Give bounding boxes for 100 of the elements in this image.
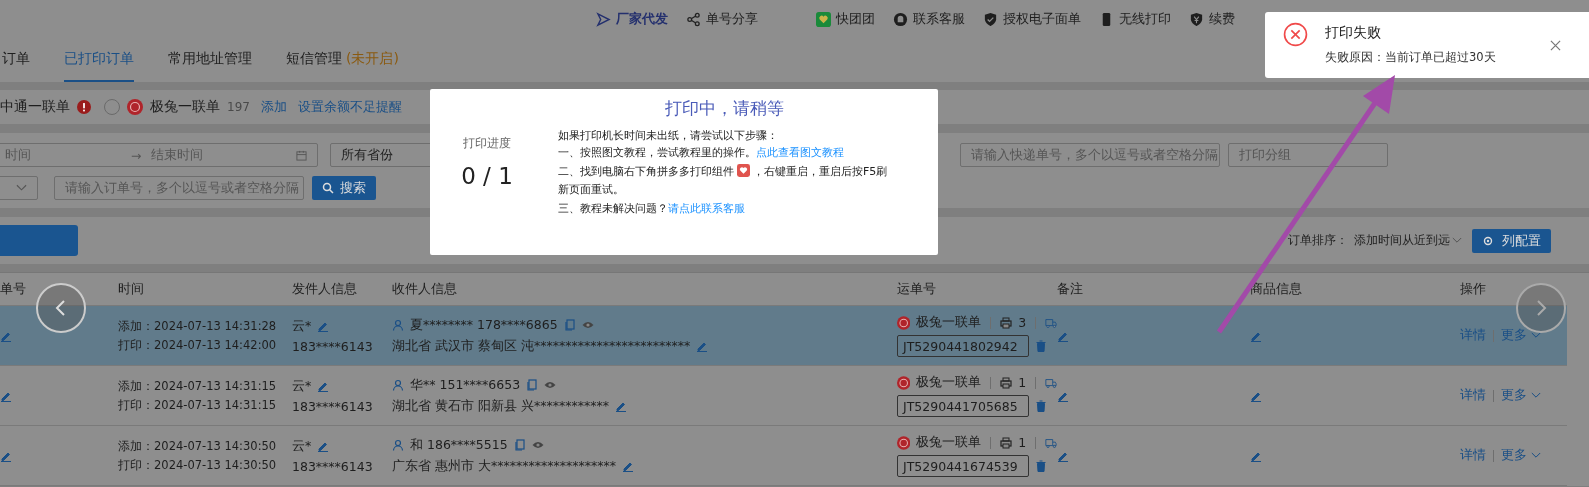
top-bar-link[interactable]: 联系客服	[893, 10, 965, 28]
column-header: 单号	[0, 280, 27, 298]
bell-icon	[893, 11, 908, 27]
copy-icon[interactable]	[526, 379, 539, 391]
account-count: 197	[227, 100, 250, 114]
top-bar-link[interactable]: 续费	[1189, 10, 1235, 28]
eye-icon[interactable]	[531, 439, 544, 451]
paper-plane-icon	[596, 11, 611, 27]
waybill-field[interactable]: JT5290441674539	[897, 455, 1029, 477]
details-link[interactable]: 详情	[1460, 447, 1486, 464]
recipient-info: 和 186****5515	[410, 436, 508, 454]
eye-icon[interactable]	[544, 379, 557, 391]
error-icon	[1283, 22, 1308, 47]
edit-icon[interactable]	[621, 460, 634, 472]
copy-icon[interactable]	[513, 439, 526, 451]
truck-icon[interactable]	[1045, 316, 1057, 329]
tab[interactable]: 短信管理 (未开启)	[286, 38, 399, 82]
column-config-button[interactable]: 列配置	[1472, 228, 1551, 253]
copy-icon[interactable]	[563, 319, 576, 331]
tab[interactable]: 常用地址管理	[168, 38, 252, 82]
details-link[interactable]: 详情	[1460, 327, 1486, 344]
account-link[interactable]: 添加	[260, 98, 287, 116]
gear-icon	[1482, 234, 1494, 247]
dialog-text: 如果打印机长时间未出纸，请尝试以下步骤：	[558, 128, 779, 143]
search-icon	[322, 182, 334, 194]
sender-name: 云*	[292, 437, 312, 455]
account-name: 极兔一联单	[150, 98, 220, 116]
person-icon	[392, 439, 404, 451]
carrier-name: 极兔一联单	[916, 374, 982, 391]
waybill-field[interactable]: JT5290441705685	[897, 395, 1029, 417]
tab[interactable]: 已打印订单	[64, 38, 134, 82]
column-header: 发件人信息	[292, 280, 358, 298]
edit-icon[interactable]	[317, 440, 330, 452]
table-row[interactable]: 添加：2024-07-13 14:31:15 打印：2024-07-13 14:31:15 云* 183****6143 华** 151****6653 湖北省 黄石市 阳新县 兴************ 极兔一联单 1 JT5290441705685 详情 更多	[0, 366, 1567, 426]
top-bar-link[interactable]: 厂家代发	[596, 10, 668, 28]
edit-icon[interactable]	[696, 340, 709, 352]
truck-icon[interactable]	[1045, 376, 1057, 389]
top-bar-link[interactable]: 授权电子面单	[983, 10, 1081, 28]
column-header: 收件人信息	[392, 280, 458, 298]
app-icon	[737, 163, 750, 177]
trash-icon[interactable]	[1035, 340, 1047, 352]
sender-phone: 183****6143	[292, 458, 374, 474]
trash-icon[interactable]	[1035, 400, 1047, 412]
dialog-text: 三、教程未解决问题？	[558, 201, 668, 215]
top-bar-link[interactable]: 无线打印	[1099, 10, 1171, 28]
person-icon	[392, 379, 404, 391]
chevron-down-icon	[1531, 392, 1541, 399]
carrier-logo-icon	[897, 434, 911, 451]
details-link[interactable]: 详情	[1460, 387, 1486, 404]
dialog-title: 打印中，请稍等	[663, 97, 785, 120]
account-link[interactable]: 设置余额不足提醒	[297, 98, 402, 116]
waybill-field[interactable]: JT5290441802942	[897, 335, 1029, 357]
print-count: 1	[1018, 375, 1027, 390]
edit-icon[interactable]	[317, 380, 330, 392]
search-button[interactable]: 搜索	[312, 176, 376, 200]
progress-count: 0 / 1	[461, 163, 513, 189]
close-icon[interactable]	[1550, 40, 1561, 51]
chevron-down-icon	[1452, 237, 1462, 244]
sender-phone: 183****6143	[292, 338, 374, 354]
dialog-text: 二、找到电脑右下角拼多多打印组件	[558, 164, 734, 178]
column-header: 运单号	[897, 280, 937, 298]
eye-icon[interactable]	[581, 319, 594, 331]
tutorial-link[interactable]: 点此查看图文教程	[756, 146, 844, 159]
chevron-down-icon	[1531, 332, 1541, 339]
carrier-logo-icon	[127, 99, 143, 115]
tab[interactable]: 订单	[2, 38, 30, 82]
select-field[interactable]	[0, 176, 38, 200]
more-link[interactable]: 更多	[1501, 387, 1527, 404]
truck-icon[interactable]	[1045, 436, 1057, 449]
carrier-name: 极兔一联单	[916, 434, 982, 451]
column-header: 操作	[1460, 280, 1487, 298]
previous-button[interactable]	[36, 283, 86, 333]
printer-icon	[1000, 376, 1013, 389]
notification-message: 失败原因：当前订单已超过30天	[1325, 50, 1496, 65]
recipient-info: 华** 151****6653	[410, 376, 521, 394]
heart-app-icon	[816, 11, 831, 27]
recipient-address: 湖北省 武汉市 蔡甸区 沌*************************	[392, 337, 691, 355]
top-bar-link[interactable]: 单号分享	[686, 10, 758, 28]
print-time: 打印：2024-07-13 14:31:15	[118, 397, 278, 413]
printer-icon	[1000, 436, 1013, 449]
more-link[interactable]: 更多	[1501, 447, 1527, 464]
calendar-icon	[296, 149, 307, 161]
trash-icon[interactable]	[1035, 460, 1047, 472]
recipient-address: 广东省 惠州市 大********************	[392, 457, 616, 475]
printer-icon	[1000, 316, 1013, 329]
edit-icon[interactable]	[317, 320, 330, 332]
add-time: 添加：2024-07-13 14:30:50	[118, 438, 278, 454]
share-icon	[686, 11, 701, 27]
sender-name: 云*	[292, 377, 312, 395]
contact-service-link[interactable]: 请点此联系客服	[668, 201, 745, 215]
top-bar-link[interactable]: 快团团	[816, 10, 875, 28]
print-time: 打印：2024-07-13 14:30:50	[118, 457, 278, 473]
print-count: 1	[1018, 435, 1027, 450]
date-separator: →	[131, 147, 142, 163]
person-icon	[392, 319, 404, 331]
column-header: 时间	[118, 280, 145, 298]
sort-select[interactable]: 添加时间从近到远	[1354, 232, 1462, 249]
more-link[interactable]: 更多	[1501, 327, 1527, 344]
table-row[interactable]: 添加：2024-07-13 14:30:50 打印：2024-07-13 14:30:50 云* 183****6143 和 186****5515 广东省 惠州市 大******************** 极兔一联单 1 JT5290441674539 详情 更多	[0, 426, 1567, 486]
edit-icon[interactable]	[614, 400, 627, 412]
